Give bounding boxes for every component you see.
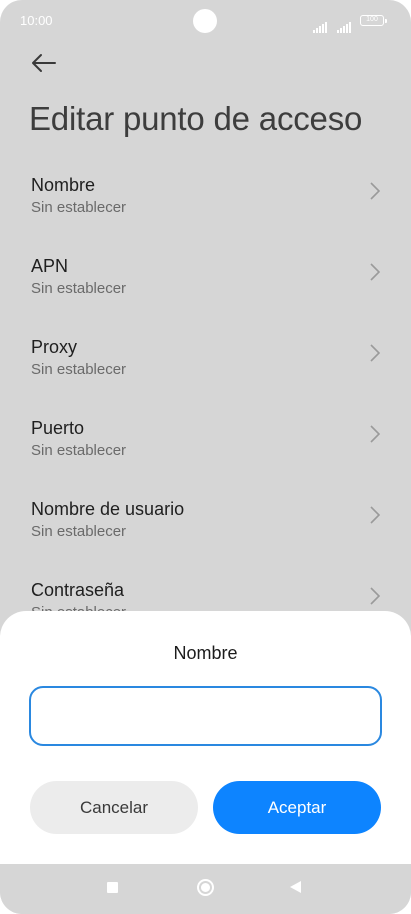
setting-title: Nombre [31,175,96,195]
setting-title: Proxy [31,337,78,357]
setting-value: Sin establecer [31,523,127,540]
setting-row-puerto[interactable]: Puerto Sin establecer [0,418,411,498]
chevron-right-icon [370,425,381,443]
page-title: Editar punto de acceso [29,100,363,137]
setting-title: APN [31,256,69,276]
chevron-right-icon [370,587,381,605]
screen: 10:00 100 Editar punto de acceso Nombre … [0,0,411,914]
cancel-button[interactable]: Cancelar [30,781,198,834]
name-dialog: Nombre Cancelar Aceptar [0,611,411,864]
chevron-right-icon [370,506,381,524]
front-camera [193,9,217,33]
setting-title: Nombre de usuario [31,499,185,519]
arrow-left-icon[interactable] [30,52,60,74]
dialog-title: Nombre [173,643,238,663]
chevron-right-icon [370,182,381,200]
setting-value: Sin establecer [31,361,127,378]
navigation-bar [0,864,411,914]
back-icon[interactable] [290,881,301,893]
setting-value: Sin establecer [31,199,127,216]
signal-icon [313,15,328,33]
setting-title: Puerto [31,418,85,438]
accept-button[interactable]: Aceptar [213,781,381,834]
home-icon[interactable] [197,879,214,896]
signal-icon [337,15,352,33]
setting-title: Contraseña [31,580,125,600]
setting-row-nombre[interactable]: Nombre Sin establecer [0,175,411,255]
name-input[interactable] [29,686,382,746]
setting-row-nombre-de-usuario[interactable]: Nombre de usuario Sin establecer [0,499,411,579]
chevron-right-icon [370,344,381,362]
battery-icon: 100 [360,15,387,26]
setting-row-apn[interactable]: APN Sin establecer [0,256,411,336]
status-time: 10:00 [20,13,53,28]
setting-row-proxy[interactable]: Proxy Sin establecer [0,337,411,417]
recents-icon[interactable] [107,882,118,893]
setting-value: Sin establecer [31,442,127,459]
setting-value: Sin establecer [31,280,127,297]
chevron-right-icon [370,263,381,281]
status-bar: 10:00 100 [0,0,411,42]
